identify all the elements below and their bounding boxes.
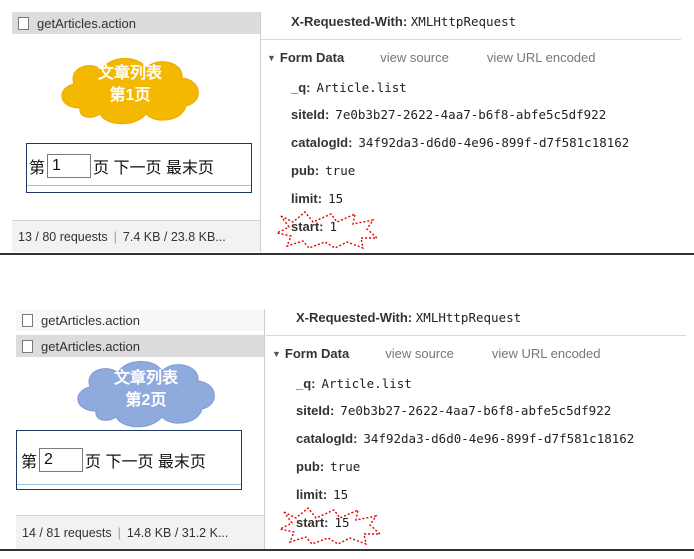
view-url-encoded-link[interactable]: view URL encoded bbox=[492, 346, 601, 361]
param-value: 1 bbox=[329, 219, 338, 234]
param-row: catalogId: 34f92da3-d6d0-4e96-899f-d7f581… bbox=[296, 431, 634, 446]
cloud-title: 文章列表 bbox=[97, 65, 162, 82]
param-key: _q: bbox=[291, 80, 311, 95]
panel-divider bbox=[0, 253, 694, 255]
request-checkbox[interactable] bbox=[18, 16, 29, 30]
param-value: 15 bbox=[334, 515, 350, 530]
pager-prefix: 第 bbox=[29, 160, 46, 177]
param-key: _q: bbox=[296, 376, 316, 391]
param-key: pub: bbox=[291, 163, 320, 178]
pager-nav-text[interactable]: 页 下一页 最末页 bbox=[85, 448, 206, 472]
header-value: XMLHttpRequest bbox=[415, 310, 522, 325]
param-row: siteId: 7e0b3b27-2622-4aa7-b6f8-abfe5c5df… bbox=[296, 403, 611, 418]
param-row: limit: 15 bbox=[296, 487, 348, 502]
param-key: limit: bbox=[291, 191, 323, 206]
header-rule bbox=[261, 39, 681, 40]
request-header-row: X-Requested-With: XMLHttpRequest bbox=[296, 310, 521, 325]
param-value: 34f92da3-d6d0-4e96-899f-d7f581c18162 bbox=[358, 135, 630, 150]
param-value: 15 bbox=[333, 487, 349, 502]
request-name: getArticles.action bbox=[41, 312, 140, 328]
request-header-row: X-Requested-With: XMLHttpRequest bbox=[291, 14, 516, 29]
form-data-title: Form Data bbox=[284, 346, 350, 361]
request-name: getArticles.action bbox=[37, 15, 136, 31]
page-number-input[interactable]: 2 bbox=[39, 448, 84, 472]
param-row: pub: true bbox=[291, 163, 355, 178]
cloud-subtitle: 第2页 bbox=[125, 392, 167, 409]
transfer-size: 7.4 KB / 23.8 KB... bbox=[122, 229, 226, 244]
pager-nav-text[interactable]: 页 下一页 最末页 bbox=[93, 154, 214, 178]
details-panel-1: X-Requested-With: XMLHttpRequest ▼ Form … bbox=[261, 8, 694, 252]
triangle-down-icon[interactable]: ▼ bbox=[272, 349, 281, 359]
form-data-title: Form Data bbox=[279, 50, 345, 65]
param-row: start: 1 bbox=[291, 219, 337, 234]
status-separator: | bbox=[113, 229, 117, 244]
param-key: catalogId: bbox=[296, 431, 358, 446]
cloud-subtitle: 第1页 bbox=[109, 87, 151, 104]
param-key: pub: bbox=[296, 459, 325, 474]
request-checkbox[interactable] bbox=[22, 339, 33, 353]
header-key: X-Requested-With: bbox=[291, 14, 408, 29]
param-key: start: bbox=[291, 219, 324, 234]
param-value: 7e0b3b27-2622-4aa7-b6f8-abfe5c5df922 bbox=[335, 107, 607, 122]
page-number-input[interactable]: 1 bbox=[47, 154, 92, 178]
view-source-link[interactable]: view source bbox=[380, 50, 449, 65]
param-row: start: 15 bbox=[296, 515, 350, 530]
request-list-panel-2: getArticles.action getArticles.action 文章… bbox=[16, 309, 265, 549]
param-row: _q: Article.list bbox=[296, 376, 412, 391]
param-key: start: bbox=[296, 515, 329, 530]
header-value: XMLHttpRequest bbox=[410, 14, 517, 29]
param-key: catalogId: bbox=[291, 135, 353, 150]
status-separator: | bbox=[117, 525, 121, 540]
param-row: limit: 15 bbox=[291, 191, 343, 206]
param-value: true bbox=[330, 459, 361, 474]
param-value: 15 bbox=[328, 191, 344, 206]
header-rule bbox=[266, 335, 686, 336]
annotation-cloud: 文章列表 第1页 bbox=[50, 50, 210, 130]
pager-underline bbox=[27, 185, 251, 186]
param-key: siteId: bbox=[291, 107, 330, 122]
request-count: 13 / 80 requests bbox=[18, 229, 108, 244]
param-row: catalogId: 34f92da3-d6d0-4e96-899f-d7f581… bbox=[291, 135, 629, 150]
transfer-size: 14.8 KB / 31.2 K... bbox=[126, 525, 229, 540]
param-key: limit: bbox=[296, 487, 328, 502]
pagination-box: 第 1 页 下一页 最末页 bbox=[26, 143, 252, 193]
form-data-section[interactable]: ▼ Form Data view source view URL encoded bbox=[267, 50, 596, 65]
panel-divider bbox=[0, 549, 694, 551]
cloud-title: 文章列表 bbox=[113, 370, 178, 387]
request-row[interactable]: getArticles.action bbox=[16, 309, 264, 331]
request-count: 14 / 81 requests bbox=[22, 525, 112, 540]
param-value: 34f92da3-d6d0-4e96-899f-d7f581c18162 bbox=[363, 431, 635, 446]
view-source-link[interactable]: view source bbox=[385, 346, 454, 361]
form-data-section[interactable]: ▼ Form Data view source view URL encoded bbox=[272, 346, 601, 361]
param-row: _q: Article.list bbox=[291, 80, 407, 95]
status-bar: 14 / 81 requests | 14.8 KB / 31.2 K... bbox=[16, 515, 264, 549]
param-row: siteId: 7e0b3b27-2622-4aa7-b6f8-abfe5c5df… bbox=[291, 107, 606, 122]
pagination-box: 第 2 页 下一页 最末页 bbox=[16, 430, 242, 490]
param-value: Article.list bbox=[316, 80, 407, 95]
param-value: Article.list bbox=[321, 376, 412, 391]
request-checkbox[interactable] bbox=[22, 313, 33, 327]
annotation-cloud: 文章列表 第2页 bbox=[66, 353, 226, 433]
details-panel-2: X-Requested-With: XMLHttpRequest ▼ Form … bbox=[266, 304, 694, 548]
view-url-encoded-link[interactable]: view URL encoded bbox=[487, 50, 596, 65]
param-value: 7e0b3b27-2622-4aa7-b6f8-abfe5c5df922 bbox=[340, 403, 612, 418]
request-row[interactable]: getArticles.action bbox=[12, 12, 260, 34]
param-value: true bbox=[325, 163, 356, 178]
param-key: siteId: bbox=[296, 403, 335, 418]
triangle-down-icon[interactable]: ▼ bbox=[267, 53, 276, 63]
request-name: getArticles.action bbox=[41, 338, 140, 354]
header-key: X-Requested-With: bbox=[296, 310, 413, 325]
status-bar: 13 / 80 requests | 7.4 KB / 23.8 KB... bbox=[12, 220, 260, 252]
param-row: pub: true bbox=[296, 459, 360, 474]
request-list-panel-1: getArticles.action 文章列表 第1页 第 1 页 下一页 最末… bbox=[12, 12, 261, 252]
pager-underline bbox=[17, 484, 241, 485]
pager-prefix: 第 bbox=[21, 454, 38, 471]
